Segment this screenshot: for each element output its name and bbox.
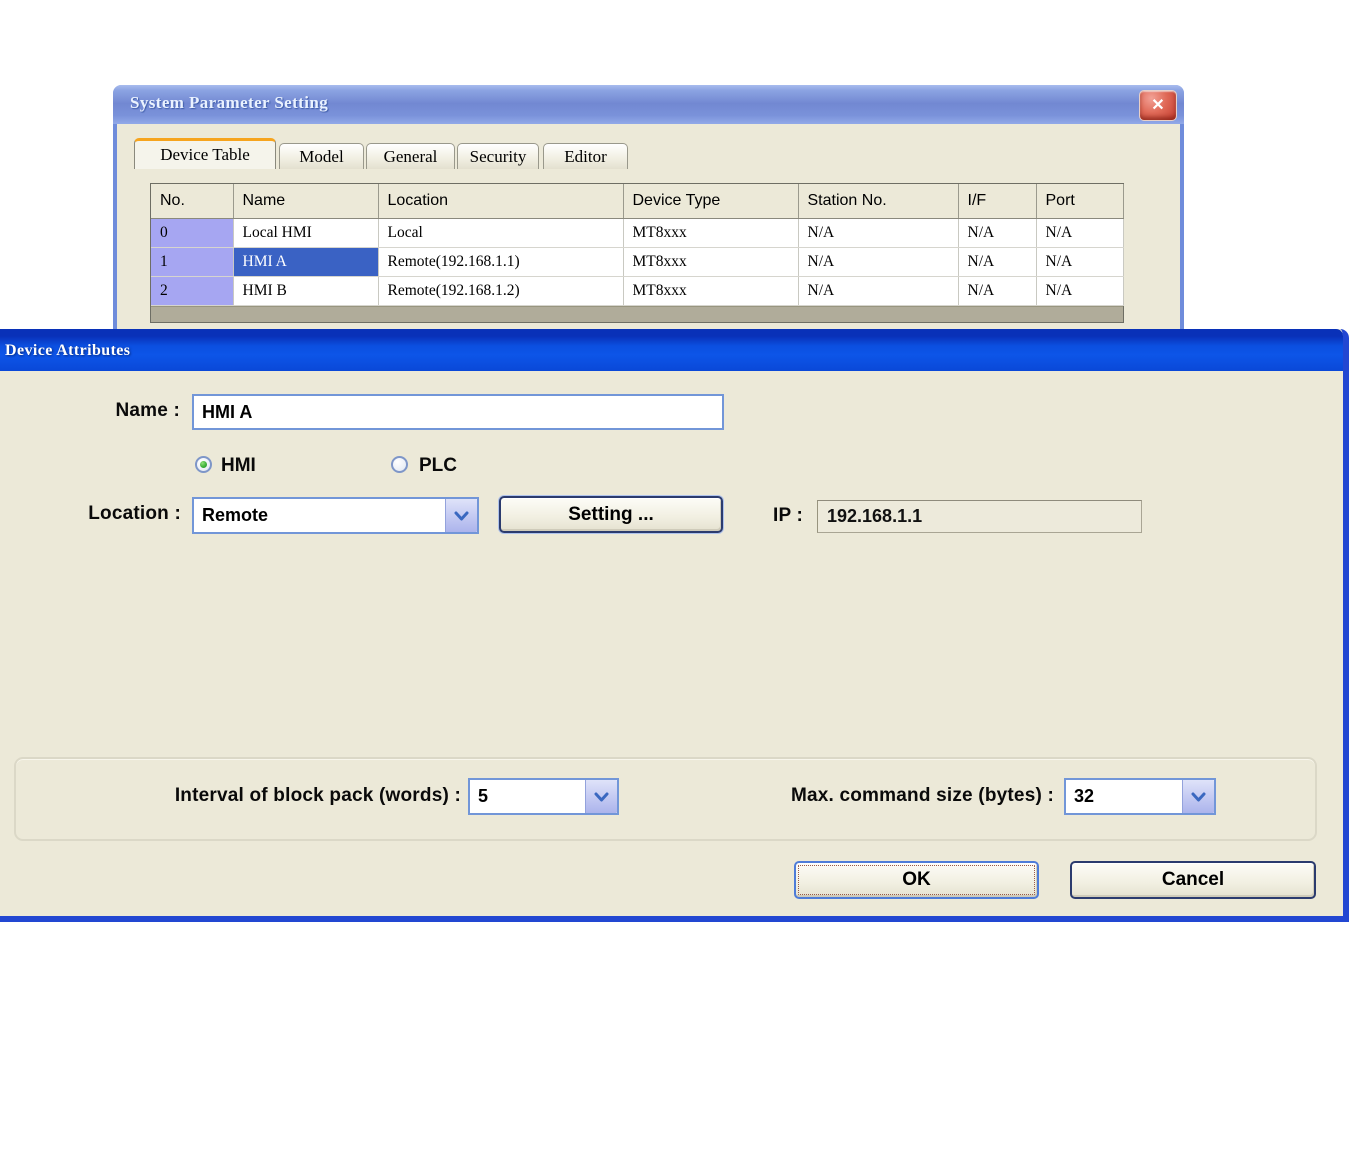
table-cell[interactable]: N/A <box>798 276 958 305</box>
table-filler-bar <box>151 306 1123 322</box>
dropdown-arrow-button[interactable] <box>445 499 477 532</box>
tab-general[interactable]: General <box>366 143 455 169</box>
location-value: Remote <box>194 499 445 532</box>
table-cell[interactable]: N/A <box>1036 276 1123 305</box>
table-cell[interactable]: MT8xxx <box>623 247 798 276</box>
name-label: Name : <box>40 400 180 422</box>
close-button[interactable]: ✕ <box>1139 90 1177 121</box>
ip-value: 192.168.1.1 <box>827 506 922 527</box>
table-cell[interactable]: MT8xxx <box>623 276 798 305</box>
device-attributes-dialog: Device Attributes Name : HMI PLC Locatio… <box>0 329 1349 922</box>
ip-label: IP : <box>747 505 803 527</box>
dropdown-arrow-button[interactable] <box>585 780 617 813</box>
tab-model[interactable]: Model <box>279 143 364 169</box>
row-number-cell[interactable]: 2 <box>151 276 233 305</box>
column-header-name[interactable]: Name <box>233 184 378 218</box>
dialog-titlebar[interactable]: Device Attributes <box>0 329 1343 371</box>
location-dropdown[interactable]: Remote <box>192 497 479 534</box>
tab-device-table[interactable]: Device Table <box>134 138 276 169</box>
name-input[interactable] <box>192 394 724 430</box>
dialog-title: Device Attributes <box>5 342 130 360</box>
dropdown-arrow-button[interactable] <box>1182 780 1214 813</box>
table-cell[interactable]: Remote(192.168.1.1) <box>378 247 623 276</box>
table-cell[interactable]: N/A <box>958 247 1036 276</box>
tab-security[interactable]: Security <box>457 143 539 169</box>
table-cell[interactable]: MT8xxx <box>623 218 798 247</box>
column-header-if[interactable]: I/F <box>958 184 1036 218</box>
window-title: System Parameter Setting <box>130 93 328 113</box>
table-cell[interactable]: Remote(192.168.1.2) <box>378 276 623 305</box>
chevron-down-icon <box>1191 792 1206 802</box>
table-cell[interactable]: HMI A <box>233 247 378 276</box>
table-cell[interactable]: Local <box>378 218 623 247</box>
hmi-radio-label: HMI <box>221 455 256 477</box>
location-label: Location : <box>40 503 181 525</box>
tab-editor[interactable]: Editor <box>543 143 628 169</box>
ip-field: 192.168.1.1 <box>817 500 1142 533</box>
max-command-value: 32 <box>1066 780 1182 813</box>
chevron-down-icon <box>594 792 609 802</box>
max-command-label: Max. command size (bytes) : <box>656 785 1054 807</box>
table-row[interactable]: 1HMI ARemote(192.168.1.1)MT8xxxN/AN/AN/A <box>151 247 1123 276</box>
table-header-row: No. Name Location Device Type Station No… <box>151 184 1123 218</box>
table-row[interactable]: 2HMI BRemote(192.168.1.2)MT8xxxN/AN/AN/A <box>151 276 1123 305</box>
interval-label: Interval of block pack (words) : <box>63 785 461 807</box>
plc-radio[interactable] <box>391 456 408 473</box>
setting-button[interactable]: Setting ... <box>499 496 723 533</box>
device-table-container: No. Name Location Device Type Station No… <box>150 183 1124 323</box>
close-icon: ✕ <box>1151 98 1164 114</box>
table-cell[interactable]: Local HMI <box>233 218 378 247</box>
max-command-dropdown[interactable]: 32 <box>1064 778 1216 815</box>
column-header-no[interactable]: No. <box>151 184 233 218</box>
column-header-port[interactable]: Port <box>1036 184 1123 218</box>
desktop: System Parameter Setting ✕ Device Table … <box>0 0 1354 1152</box>
row-number-cell[interactable]: 0 <box>151 218 233 247</box>
column-header-station-no[interactable]: Station No. <box>798 184 958 218</box>
table-cell[interactable]: N/A <box>958 276 1036 305</box>
table-cell[interactable]: N/A <box>1036 247 1123 276</box>
table-cell[interactable]: HMI B <box>233 276 378 305</box>
plc-radio-label: PLC <box>419 455 457 477</box>
table-row[interactable]: 0Local HMILocalMT8xxxN/AN/AN/A <box>151 218 1123 247</box>
window-titlebar[interactable]: System Parameter Setting ✕ <box>113 85 1184 124</box>
column-header-device-type[interactable]: Device Type <box>623 184 798 218</box>
device-table-body: 0Local HMILocalMT8xxxN/AN/AN/A1HMI ARemo… <box>151 218 1123 305</box>
chevron-down-icon <box>454 511 469 521</box>
hmi-radio[interactable] <box>195 456 212 473</box>
device-table: No. Name Location Device Type Station No… <box>151 184 1124 306</box>
ok-button[interactable]: OK <box>794 861 1039 899</box>
table-cell[interactable]: N/A <box>958 218 1036 247</box>
row-number-cell[interactable]: 1 <box>151 247 233 276</box>
interval-value: 5 <box>470 780 585 813</box>
table-cell[interactable]: N/A <box>798 218 958 247</box>
radio-dot-icon <box>200 461 207 468</box>
column-header-location[interactable]: Location <box>378 184 623 218</box>
table-cell[interactable]: N/A <box>798 247 958 276</box>
cancel-button[interactable]: Cancel <box>1070 861 1316 899</box>
table-cell[interactable]: N/A <box>1036 218 1123 247</box>
interval-dropdown[interactable]: 5 <box>468 778 619 815</box>
